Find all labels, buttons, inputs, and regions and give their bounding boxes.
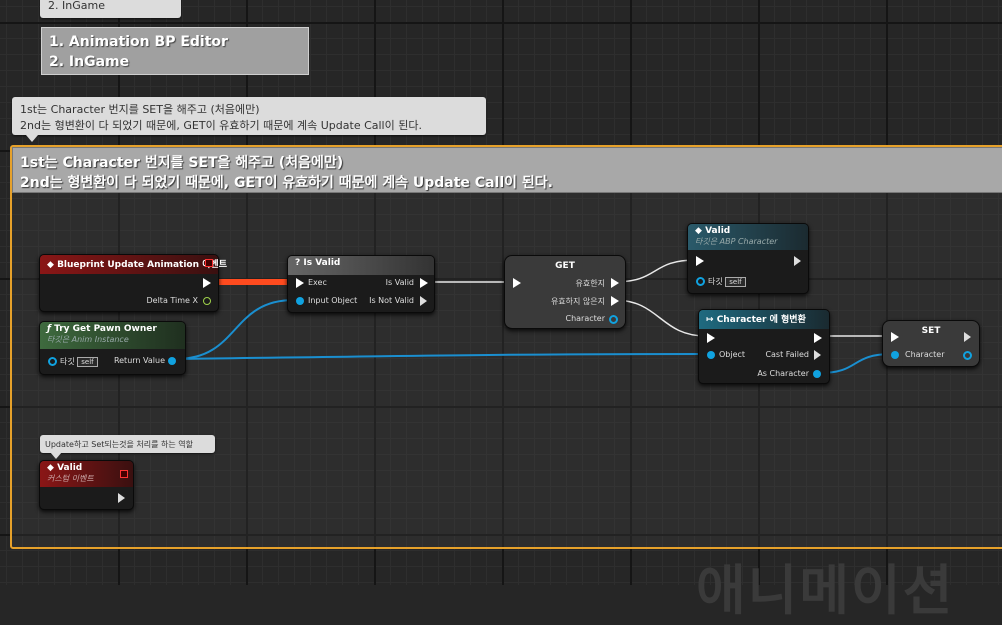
cast-failed-out-pin[interactable] [814, 350, 821, 360]
delegate-pin-icon[interactable] [205, 259, 213, 267]
node-title: Character 에 형변환 [716, 315, 806, 325]
exec-out-pin[interactable] [794, 256, 801, 266]
node-header: ? Is Valid [288, 256, 434, 275]
node-valid-call[interactable]: ◆ Valid 타깃은 ABP Character 타깃 self [687, 223, 809, 294]
character-out-pin[interactable] [963, 351, 972, 360]
exec-label: Exec [308, 278, 327, 287]
is-valid-out-pin[interactable] [420, 278, 428, 288]
character-out-pin[interactable] [609, 315, 618, 324]
as-character-pin[interactable] [813, 370, 821, 378]
comment-header[interactable]: 1st는 Character 번지를 SET을 해주고 (처음에만) 2nd는 … [12, 147, 1002, 193]
node-title: Is Valid [303, 258, 341, 268]
object-pin[interactable] [707, 351, 715, 359]
object-label: Object [719, 350, 746, 359]
function-icon: ƒ [47, 324, 55, 334]
comment-header-line1: 1st는 Character 번지를 SET을 해주고 (처음에만) [20, 155, 344, 171]
exec-out-pin[interactable] [814, 333, 822, 343]
node-title: Valid [57, 463, 83, 473]
node-blueprint-update-animation[interactable]: ◆ Blueprint Update Animation 이벤트 Delta T… [39, 254, 227, 312]
target-pin[interactable] [696, 277, 705, 286]
valid-out-pin[interactable] [611, 278, 619, 288]
event-icon: ◆ [47, 260, 58, 270]
node-title: Valid [705, 226, 731, 236]
node-title: Try Get Pawn Owner [54, 324, 157, 334]
graph-watermark-text: 애니메이션 [696, 559, 955, 622]
is-valid-label: Is Valid [385, 278, 414, 287]
node-subtitle: 타깃은 ABP Character [695, 237, 778, 246]
node-title: Blueprint Update Animation 이벤트 [57, 260, 227, 270]
event-icon: ◆ [47, 463, 58, 473]
node-header: ◆ Blueprint Update Animation 이벤트 [40, 255, 227, 274]
diamond-icon: ◆ [695, 226, 706, 236]
exec-out-pin[interactable] [118, 493, 125, 503]
node-valid-custom-event[interactable]: ◆ Valid 커스텀 이벤트 [39, 460, 134, 510]
event-note-text: Update하고 Set되는것을 처리를 하는 역할 [45, 440, 193, 449]
character-in-pin[interactable] [891, 351, 899, 359]
exec-in-pin[interactable] [707, 333, 715, 343]
target-pin[interactable] [48, 357, 57, 366]
comment-header-line2: 2nd는 형변환이 다 되었기 때문에, GET이 유효하기 때문에 계속 Up… [20, 175, 553, 191]
node-is-valid[interactable]: ? Is Valid Exec Is Valid Input Object Is… [287, 255, 435, 313]
return-value-pin[interactable] [168, 357, 176, 365]
not-valid-out-pin[interactable] [611, 296, 619, 306]
note-box-line1: 1. Animation BP Editor [49, 34, 228, 50]
node-header: ↦ Character 에 형변환 [699, 310, 829, 329]
valid-label: 유효한지 [575, 279, 605, 288]
note-box-line2: 2. InGame [49, 54, 130, 70]
exec-in-pin[interactable] [891, 332, 899, 342]
input-object-pin[interactable] [296, 297, 304, 305]
as-character-label: As Character [757, 369, 809, 378]
top-note-bubble: 2. InGame [40, 0, 181, 18]
exec-in-pin[interactable] [696, 256, 704, 266]
delegate-pin-icon[interactable] [120, 470, 128, 478]
top-note-text: 2. InGame [48, 0, 105, 12]
exec-out-pin[interactable] [203, 278, 211, 288]
comment-bubble-line2: 2nd는 형변환이 다 되었기 때문에, GET이 유효하기 때문에 계속 Up… [20, 119, 422, 132]
target-label: 타깃 self [60, 356, 98, 367]
is-not-valid-out-pin[interactable] [420, 296, 427, 306]
node-subtitle: 커스텀 이벤트 [47, 474, 94, 483]
return-value-label: Return Value [113, 356, 165, 365]
cast-failed-label: Cast Failed [765, 350, 809, 359]
exec-in-pin[interactable] [513, 278, 521, 288]
node-try-get-pawn-owner[interactable]: ƒ Try Get Pawn Owner 타깃은 Anim Instance 타… [39, 321, 186, 375]
not-valid-label: 유효하지 않은지 [550, 297, 605, 306]
character-label: Character [565, 314, 606, 323]
exec-in-pin[interactable] [296, 278, 304, 288]
comment-bubble: 1st는 Character 번지를 SET을 해주고 (처음에만) 2nd는 … [12, 97, 486, 142]
delta-time-pin[interactable] [203, 297, 211, 305]
note-box[interactable]: 1. Animation BP Editor 2. InGame [41, 27, 309, 75]
delta-time-label: Delta Time X [146, 296, 199, 305]
node-subtitle: 타깃은 Anim Instance [47, 335, 129, 344]
node-title: GET [555, 261, 575, 271]
node-cast-to-character[interactable]: ↦ Character 에 형변환 Object Cast Failed As … [698, 309, 830, 384]
node-header: ƒ Try Get Pawn Owner 타깃은 Anim Instance [40, 322, 185, 349]
node-set[interactable]: SET Character [882, 320, 980, 367]
event-note-bubble: Update하고 Set되는것을 처리를 하는 역할 [40, 435, 215, 459]
target-label: 타깃 self [708, 276, 746, 287]
is-not-valid-label: Is Not Valid [369, 296, 414, 305]
node-header: ◆ Valid 타깃은 ABP Character [688, 224, 808, 250]
comment-bubble-line1: 1st는 Character 번지를 SET을 해주고 (처음에만) [20, 103, 260, 116]
exec-out-pin[interactable] [964, 332, 971, 342]
character-label: Character [905, 350, 945, 359]
cast-icon: ↦ [706, 315, 717, 325]
input-object-label: Input Object [308, 296, 358, 305]
node-get[interactable]: GET 유효한지 유효하지 않은지 Character [504, 255, 626, 329]
